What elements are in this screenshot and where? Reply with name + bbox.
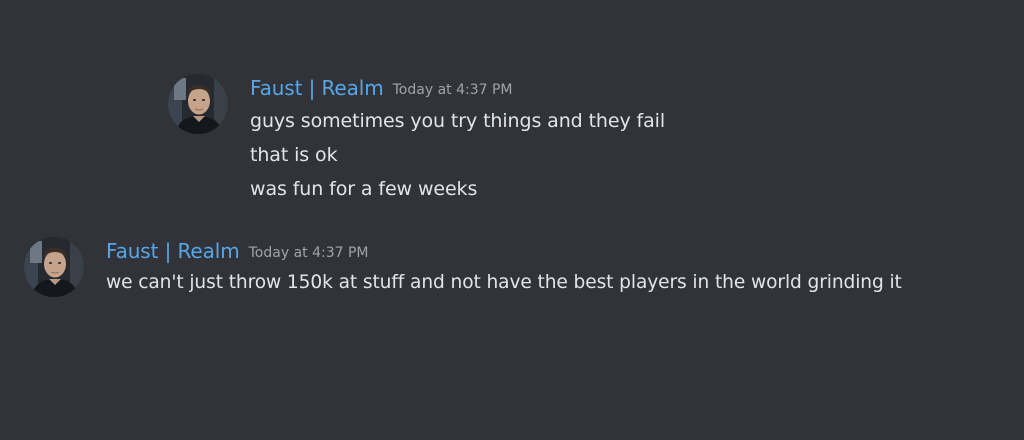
message-timestamp[interactable]: Today at 4:37 PM (393, 82, 513, 98)
message-content: Faust | Realm Today at 4:37 PM guys somet… (250, 74, 665, 206)
message-line: that is ok (250, 144, 338, 166)
chat-message-list: Faust | Realm Today at 4:37 PM guys somet… (0, 0, 1024, 440)
user-avatar[interactable] (168, 74, 228, 134)
message-timestamp[interactable]: Today at 4:37 PM (249, 245, 369, 261)
message-header: Faust | Realm Today at 4:37 PM (250, 74, 665, 102)
user-avatar[interactable] (24, 237, 84, 297)
message-body: guys sometimes you try things and they f… (250, 104, 665, 206)
message-content: Faust | Realm Today at 4:37 PM we can't j… (106, 237, 902, 300)
message-header: Faust | Realm Today at 4:37 PM (106, 237, 902, 265)
avatar-photo-icon (24, 237, 84, 297)
avatar-photo-icon (168, 74, 228, 134)
message-line: we can't just throw 150k at stuff and no… (106, 272, 902, 293)
message-line: was fun for a few weeks (250, 178, 478, 200)
author-name[interactable]: Faust | Realm (250, 76, 384, 100)
author-name[interactable]: Faust | Realm (106, 239, 240, 263)
message-line: guys sometimes you try things and they f… (250, 110, 666, 132)
message-body: we can't just throw 150k at stuff and no… (106, 266, 902, 300)
